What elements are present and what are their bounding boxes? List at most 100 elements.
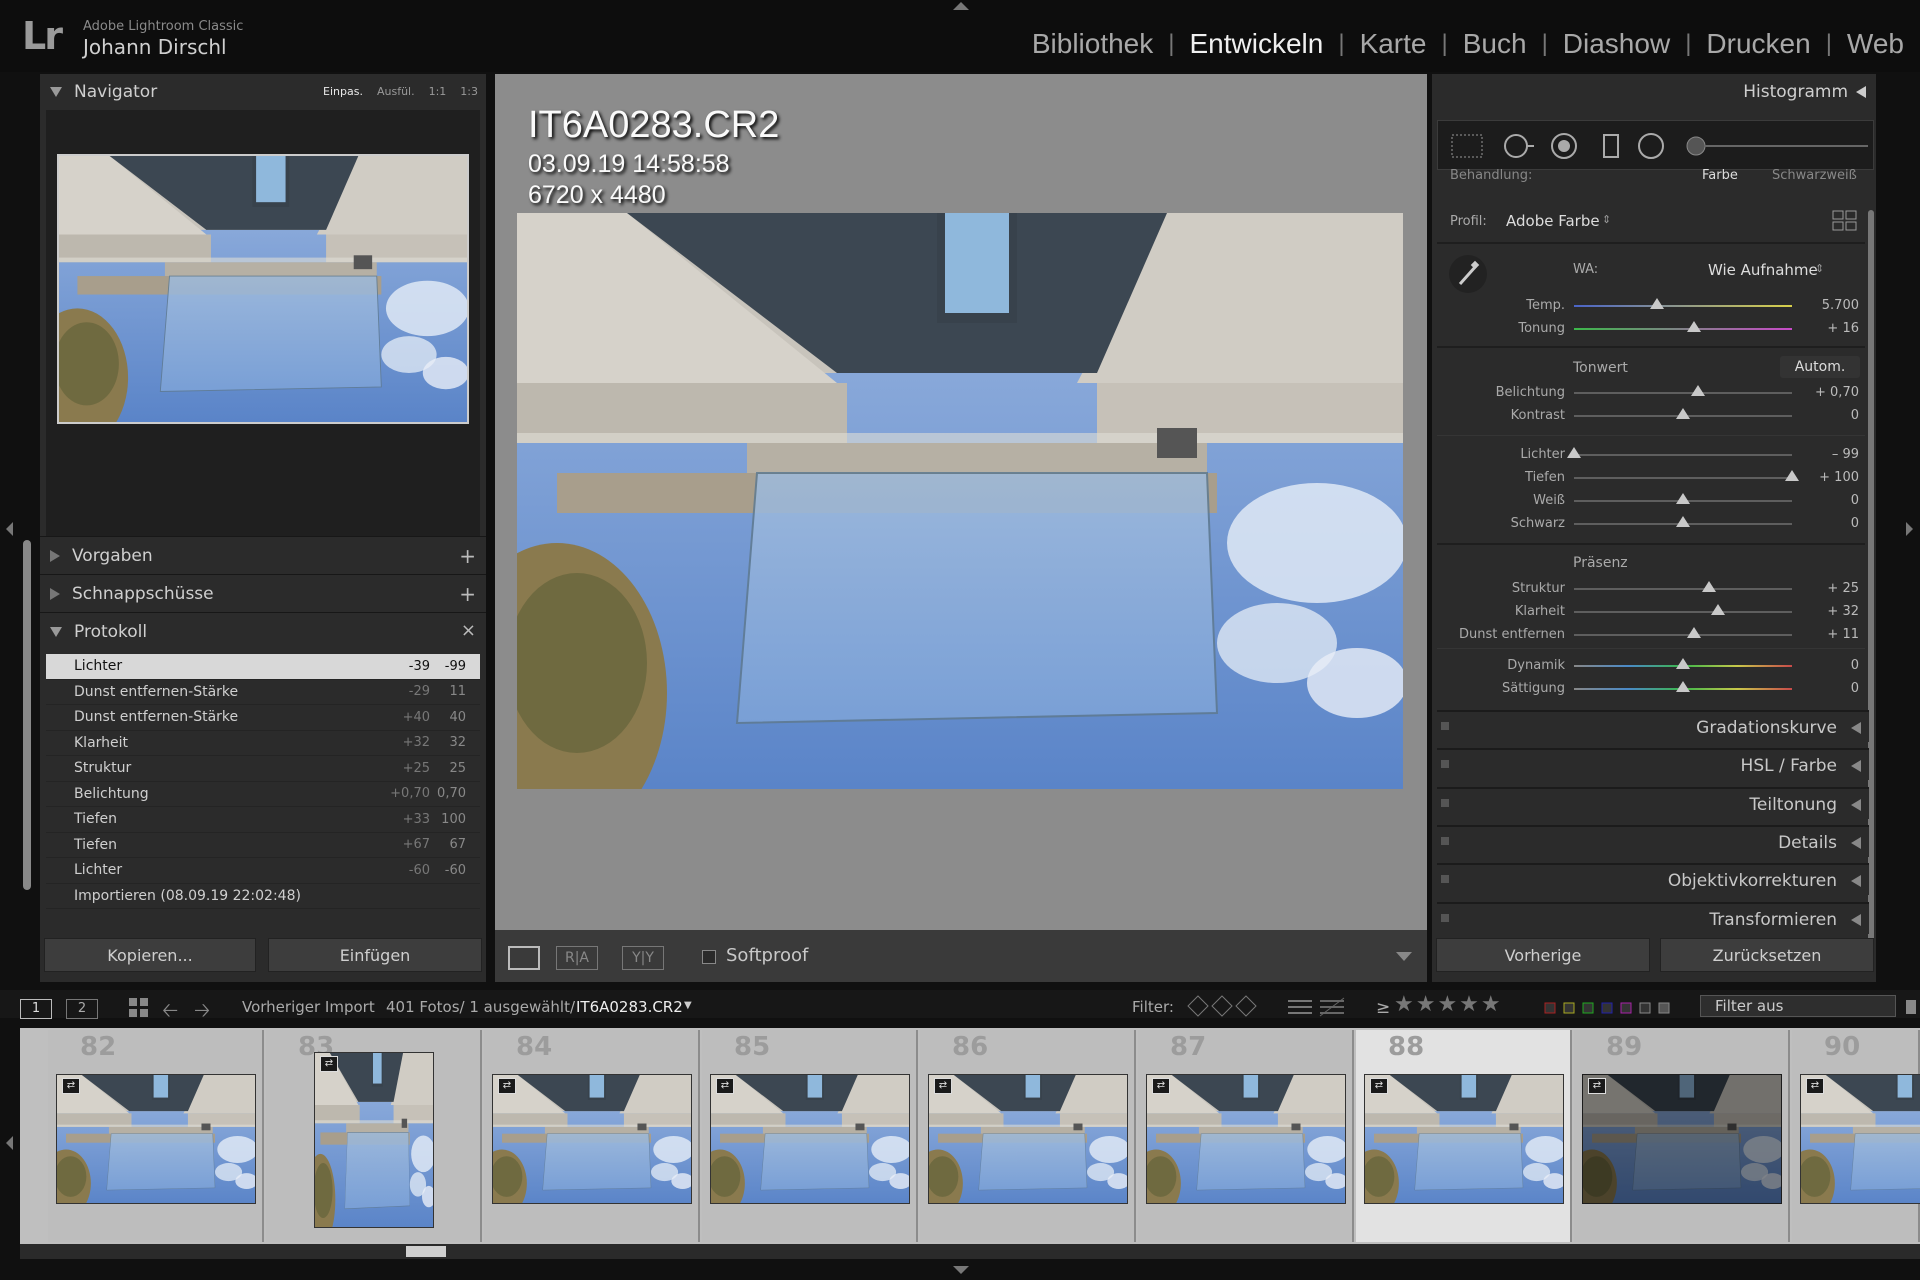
histogram-expand-icon[interactable] bbox=[1856, 86, 1866, 98]
filmstrip-cell[interactable]: 89 ⇄ bbox=[1574, 1030, 1790, 1242]
radial-filter-icon[interactable] bbox=[1638, 133, 1664, 159]
rating-operator[interactable]: ≥ bbox=[1376, 998, 1390, 1018]
slider-thumb[interactable] bbox=[1676, 493, 1690, 504]
section-toggle-icon[interactable] bbox=[1441, 875, 1449, 884]
copy-settings-button[interactable]: Kopieren... bbox=[44, 938, 256, 972]
slider-thumb[interactable] bbox=[1676, 658, 1690, 669]
slider-value[interactable]: 5.700 bbox=[1822, 298, 1859, 313]
profile-dropdown-icon[interactable]: ⇕ bbox=[1602, 213, 1611, 226]
slider-thumb[interactable] bbox=[1686, 321, 1701, 332]
slider-value[interactable]: 0 bbox=[1851, 408, 1859, 423]
left-panel-scrollbar[interactable] bbox=[23, 540, 31, 890]
section-header[interactable]: Gradationskurve bbox=[1437, 710, 1869, 742]
module-karte[interactable]: Karte bbox=[1360, 28, 1427, 60]
profile-dropdown[interactable]: Adobe Farbe bbox=[1506, 212, 1600, 230]
color-label-filter[interactable] bbox=[1544, 1000, 1674, 1014]
slider-thumb[interactable] bbox=[1785, 470, 1799, 481]
section-toggle-icon[interactable] bbox=[1441, 722, 1449, 730]
back-arrow-icon[interactable]: 🡠 bbox=[162, 996, 178, 1030]
thumbnail[interactable] bbox=[710, 1074, 910, 1204]
slider-track[interactable] bbox=[1574, 611, 1792, 613]
module-web[interactable]: Web bbox=[1847, 28, 1904, 60]
slider-value[interactable]: 0 bbox=[1851, 658, 1859, 673]
thumbnail[interactable] bbox=[928, 1074, 1128, 1204]
history-step[interactable]: Tiefen +33 100 bbox=[46, 807, 480, 833]
module-diashow[interactable]: Diashow bbox=[1563, 28, 1670, 60]
adjust-filter-icons[interactable] bbox=[1286, 996, 1346, 1018]
history-step[interactable]: Klarheit +32 32 bbox=[46, 731, 480, 756]
snapshots-header[interactable]: Schnappschüsse + bbox=[40, 576, 486, 612]
section-toggle-icon[interactable] bbox=[1441, 836, 1449, 845]
history-step[interactable]: Importieren (08.09.19 22:02:48) bbox=[46, 884, 480, 909]
history-step[interactable]: Dunst entfernen-Stärke +40 40 bbox=[46, 705, 480, 731]
filmstrip-cell[interactable]: 88 ⇄ bbox=[1356, 1030, 1572, 1242]
slider-thumb[interactable] bbox=[1676, 681, 1690, 692]
filmstrip-cell[interactable]: 86 ⇄ bbox=[920, 1030, 1136, 1242]
top-panel-toggle-icon[interactable] bbox=[953, 2, 969, 10]
section-toggle-icon[interactable] bbox=[1441, 913, 1449, 922]
slider-thumb[interactable] bbox=[1686, 627, 1701, 638]
navigator-header[interactable]: Navigator Einpas. Ausfül. 1:1 1:3 bbox=[40, 74, 486, 110]
zoom-fill[interactable]: Ausfül. bbox=[377, 85, 415, 98]
zoom-1-1[interactable]: 1:1 bbox=[429, 85, 447, 98]
slider-thumb[interactable] bbox=[1702, 581, 1717, 592]
slider-value[interactable]: + 32 bbox=[1827, 604, 1859, 619]
thumbnail[interactable] bbox=[492, 1074, 692, 1204]
history-step[interactable]: Tiefen +67 67 bbox=[46, 833, 480, 858]
slider-track[interactable] bbox=[1574, 392, 1792, 394]
filmstrip-cell[interactable]: 90 ⇄ bbox=[1792, 1030, 1920, 1242]
slider-value[interactable]: 0 bbox=[1851, 493, 1859, 508]
crop-overlay-icon[interactable] bbox=[1451, 134, 1483, 158]
current-file[interactable]: IT6A0283.CR2 bbox=[576, 998, 683, 1016]
module-drucken[interactable]: Drucken bbox=[1706, 28, 1810, 60]
slider-track[interactable] bbox=[1574, 454, 1792, 456]
thumbnail[interactable] bbox=[1364, 1074, 1564, 1204]
previous-settings-button[interactable]: Vorherige bbox=[1436, 938, 1650, 972]
slider-value[interactable]: 0 bbox=[1851, 516, 1859, 531]
slider-track[interactable] bbox=[1574, 477, 1792, 479]
secondary-window-button[interactable]: 2 bbox=[66, 999, 98, 1019]
primary-window-button[interactable]: 1 bbox=[20, 999, 52, 1019]
before-after-tb-button[interactable]: Y|Y bbox=[622, 946, 664, 970]
module-bibliothek[interactable]: Bibliothek bbox=[1032, 28, 1153, 60]
section-header[interactable]: Objektivkorrekturen bbox=[1437, 863, 1869, 896]
source-label[interactable]: Vorheriger Import bbox=[242, 998, 375, 1016]
slider-value[interactable]: – 99 bbox=[1832, 447, 1859, 462]
zoom-fit[interactable]: Einpas. bbox=[323, 85, 363, 98]
adjustment-brush-icon[interactable] bbox=[1686, 136, 1868, 156]
forward-arrow-icon[interactable]: 🡢 bbox=[194, 996, 210, 1030]
slider-thumb[interactable] bbox=[1676, 516, 1690, 527]
profile-browser-icon[interactable] bbox=[1832, 210, 1858, 232]
wb-dropdown[interactable]: Wie Aufnahme bbox=[1708, 261, 1818, 279]
history-step[interactable]: Lichter -39 -99 bbox=[46, 654, 480, 680]
slider-thumb[interactable] bbox=[1567, 447, 1581, 458]
slider-track[interactable] bbox=[1574, 634, 1792, 636]
module-entwickeln[interactable]: Entwickeln bbox=[1189, 28, 1323, 60]
reset-button[interactable]: Zurücksetzen bbox=[1660, 938, 1874, 972]
histogram-title[interactable]: Histogramm bbox=[1743, 82, 1848, 102]
star-rating-filter[interactable]: ★★★★★ bbox=[1394, 992, 1503, 1017]
slider-value[interactable]: + 11 bbox=[1827, 627, 1859, 642]
add-preset-button[interactable]: + bbox=[459, 544, 476, 568]
filmstrip-cell[interactable]: 84 ⇄ bbox=[484, 1030, 700, 1242]
graduated-filter-icon[interactable] bbox=[1603, 134, 1619, 158]
bottom-panel-toggle-icon[interactable] bbox=[953, 1266, 969, 1274]
navigator-preview-image[interactable] bbox=[57, 154, 469, 424]
slider-value[interactable]: + 0,70 bbox=[1815, 385, 1859, 400]
presets-header[interactable]: Vorgaben + bbox=[40, 538, 486, 574]
filmstrip-scroll-thumb[interactable] bbox=[406, 1246, 446, 1257]
right-panel-toggle-icon[interactable] bbox=[1906, 522, 1913, 536]
before-after-lr-button[interactable]: R|A bbox=[556, 946, 598, 970]
thumbnail[interactable] bbox=[56, 1074, 256, 1204]
paste-settings-button[interactable]: Einfügen bbox=[268, 938, 482, 972]
wb-picker-icon[interactable] bbox=[1448, 254, 1488, 294]
clear-history-button[interactable]: × bbox=[461, 620, 476, 641]
flag-filter-icons[interactable] bbox=[1186, 994, 1260, 1018]
auto-tone-button[interactable]: Autom. bbox=[1780, 356, 1860, 378]
slider-value[interactable]: + 25 bbox=[1827, 581, 1859, 596]
slider-track[interactable] bbox=[1574, 328, 1792, 330]
loupe-view-button[interactable] bbox=[508, 946, 540, 970]
slider-thumb[interactable] bbox=[1649, 298, 1664, 309]
slider-thumb[interactable] bbox=[1676, 408, 1690, 419]
section-header[interactable]: HSL / Farbe bbox=[1437, 748, 1869, 781]
